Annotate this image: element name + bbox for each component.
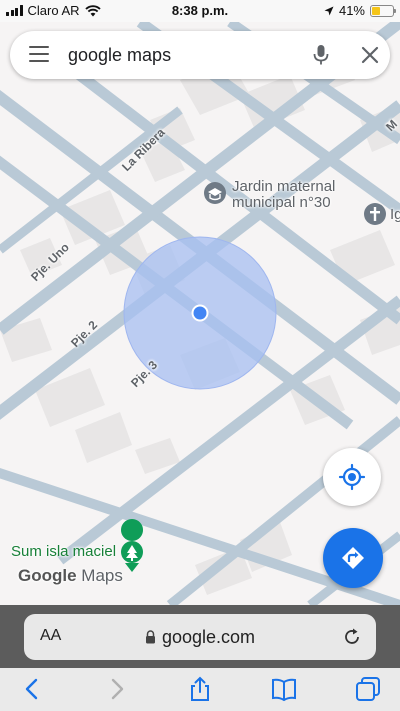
school-name-line2: municipal n°30 <box>232 194 331 211</box>
map-canvas[interactable] <box>0 22 400 605</box>
church-poi-label[interactable]: Ig <box>390 207 400 223</box>
battery-percent: 41% <box>338 3 365 18</box>
back-icon[interactable] <box>18 676 46 702</box>
school-poi-label[interactable]: Jardin maternal municipal n°30 <box>232 179 335 211</box>
close-icon[interactable] <box>360 45 380 65</box>
status-bar: Claro AR 8:38 p.m. 41% <box>0 0 400 22</box>
school-icon[interactable] <box>204 182 226 204</box>
forward-icon[interactable] <box>103 676 131 702</box>
lock-icon <box>145 630 155 644</box>
school-name-line1: Jardin maternal <box>232 178 336 195</box>
bookmarks-icon[interactable] <box>270 676 298 702</box>
directions-button[interactable] <box>323 528 383 588</box>
url-field[interactable]: google.com <box>24 627 376 648</box>
logo-google-text: Google <box>18 566 77 585</box>
park-poi-label[interactable]: Sum isla maciel <box>11 544 116 560</box>
logo-maps-text: Maps <box>81 566 123 585</box>
reload-icon[interactable] <box>342 627 362 647</box>
search-bar[interactable]: google maps <box>10 31 390 79</box>
location-arrow-icon <box>324 6 334 15</box>
address-bar[interactable]: AA google.com <box>24 614 376 660</box>
battery-icon <box>370 4 396 17</box>
my-location-button[interactable] <box>323 448 381 506</box>
location-dot <box>193 306 207 320</box>
menu-icon[interactable] <box>29 46 49 64</box>
tabs-icon[interactable] <box>354 676 382 702</box>
map-view[interactable]: Jardin maternal municipal n°30 Ig Sum is… <box>0 22 400 605</box>
my-location-icon <box>338 463 366 491</box>
url-text: google.com <box>161 627 256 647</box>
mic-icon[interactable] <box>311 43 331 67</box>
church-icon[interactable] <box>364 203 386 225</box>
directions-icon <box>342 547 364 569</box>
google-maps-logo: Google Maps <box>18 566 123 586</box>
search-input[interactable]: google maps <box>68 45 171 66</box>
status-right: 41% <box>324 3 396 18</box>
safari-toolbar <box>0 668 400 711</box>
battery-fill <box>372 6 381 15</box>
share-icon[interactable] <box>186 676 214 702</box>
